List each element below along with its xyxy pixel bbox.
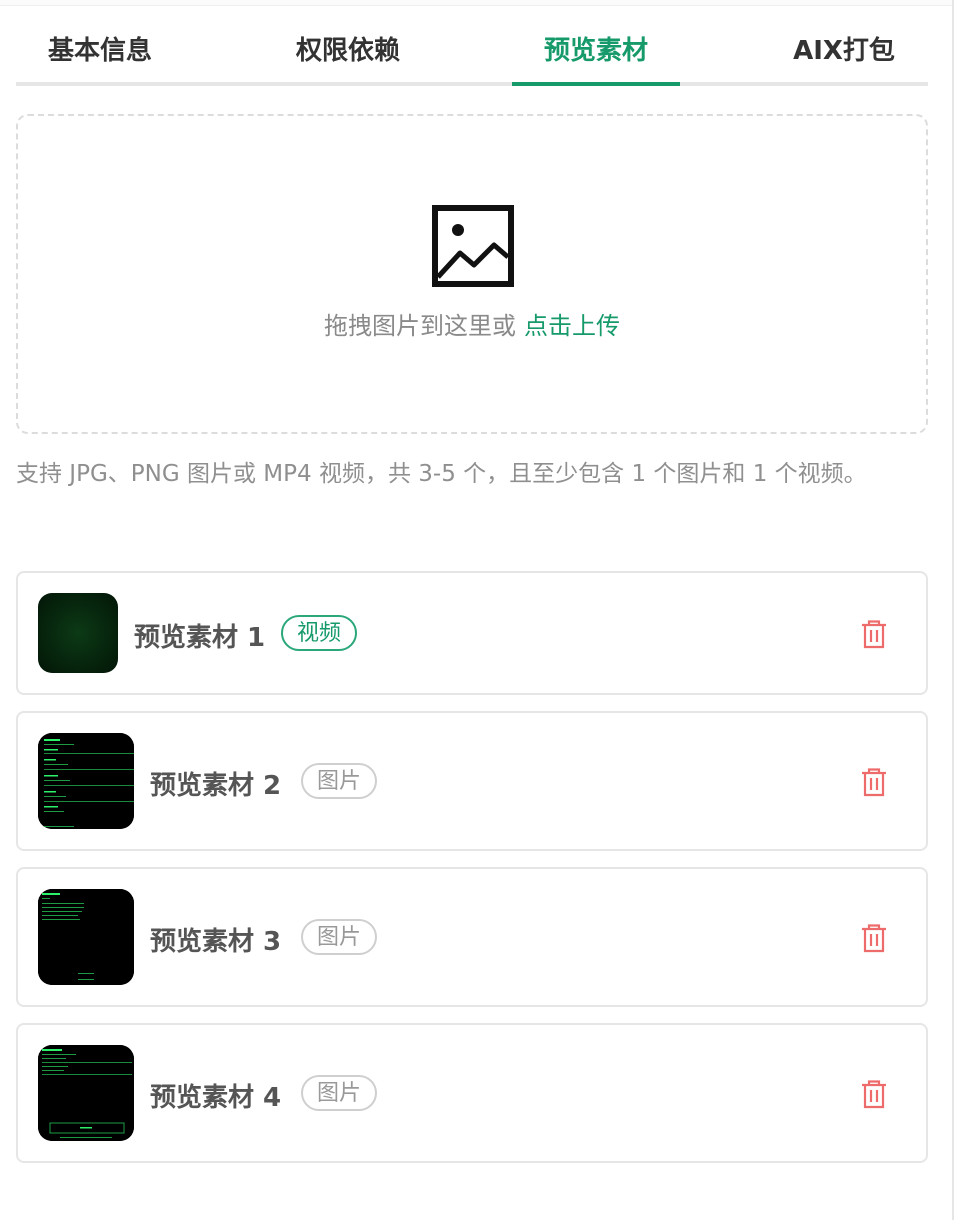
tab-divider [16, 82, 928, 86]
material-title: 预览素材 4 [150, 1083, 282, 1113]
list-item: 预览素材 4 图片 [16, 1023, 928, 1163]
image-thumbnail [38, 733, 134, 829]
tab-preview-materials[interactable]: 预览素材 [512, 14, 680, 82]
type-badge: 图片 [301, 763, 378, 799]
upload-prompt: 拖拽图片到这里或 点击上传 [18, 306, 926, 341]
material-title: 预览素材 3 [150, 927, 282, 957]
list-item: 预览素材 2 图片 [16, 711, 928, 851]
type-badge: 视频 [281, 615, 358, 651]
trash-icon[interactable] [860, 767, 888, 797]
type-badge: 图片 [301, 1075, 378, 1111]
active-tab-indicator [512, 82, 680, 86]
upload-drag-text: 拖拽图片到这里或 [324, 312, 516, 340]
list-item: 预览素材 1 视频 [16, 571, 928, 695]
tab-basic-info[interactable]: 基本信息 [16, 14, 184, 82]
tab-bar: 基本信息 权限依赖 预览素材 AIX打包 [16, 14, 928, 86]
trash-icon[interactable] [860, 619, 888, 649]
image-thumbnail [38, 889, 134, 985]
trash-icon[interactable] [860, 1079, 888, 1109]
trash-icon[interactable] [860, 923, 888, 953]
material-title: 预览素材 2 [150, 771, 282, 801]
image-thumbnail [38, 1045, 134, 1141]
video-thumbnail [38, 593, 118, 673]
image-icon [432, 205, 514, 287]
upload-hint: 支持 JPG、PNG 图片或 MP4 视频，共 3-5 个，且至少包含 1 个图… [16, 461, 867, 487]
tab-permissions[interactable]: 权限依赖 [264, 14, 432, 82]
type-badge: 图片 [301, 919, 378, 955]
top-edge [0, 0, 954, 6]
material-title: 预览素材 1 [134, 623, 266, 653]
list-item: 预览素材 3 图片 [16, 867, 928, 1007]
upload-dropzone[interactable]: 拖拽图片到这里或 点击上传 [16, 114, 928, 434]
upload-link[interactable]: 点击上传 [524, 312, 620, 340]
tab-aix-package[interactable]: AIX打包 [760, 14, 928, 82]
